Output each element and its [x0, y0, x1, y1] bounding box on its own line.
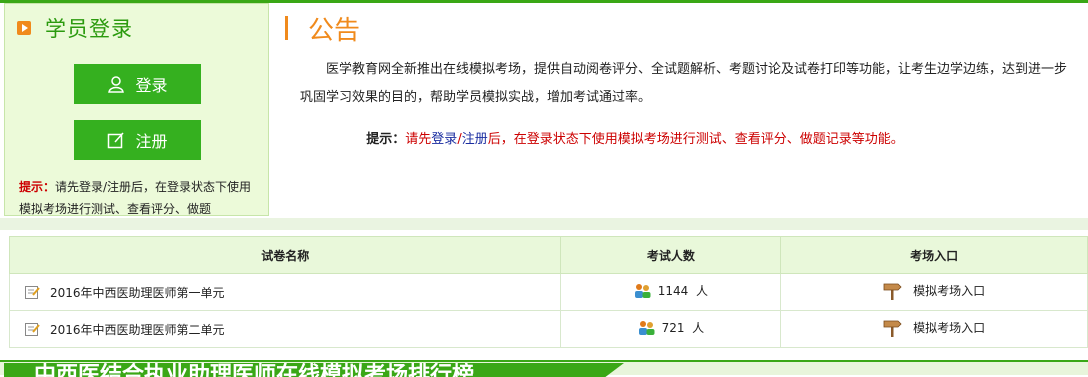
column-header-entry: 考场入口: [780, 236, 1088, 274]
login-hint-label: 提示：: [19, 180, 56, 194]
notepad-icon: [25, 286, 40, 299]
table-header-row: 试卷名称 考试人数 考场入口: [8, 236, 1088, 274]
participant-unit: 人: [692, 321, 705, 336]
login-button-label: 登录: [135, 76, 168, 95]
login-hint: 提示：请先登录/注册后，在登录状态下使用模拟考场进行测试、查看评分、做题: [19, 176, 261, 215]
login-button[interactable]: 登录: [74, 64, 201, 104]
login-panel-title: 学员登录: [45, 17, 133, 41]
table-row: 2016年中西医助理医师第二单元 721 人 模拟考场入口: [8, 310, 1088, 348]
notice-tip-label: 提示：: [366, 132, 406, 147]
exam-entry-link[interactable]: 模拟考场入口: [913, 319, 985, 336]
people-icon: [638, 320, 655, 335]
ranking-title: 中西医结合执业助理医师在线模拟考场排行榜: [34, 363, 475, 377]
exam-name[interactable]: 2016年中西医助理医师第二单元: [50, 321, 225, 338]
login-panel-header: 学员登录: [17, 14, 133, 42]
notice-tip-register-link[interactable]: 注册: [462, 132, 488, 147]
section-separator: [0, 218, 1088, 230]
signpost-icon: [883, 320, 902, 337]
signpost-icon: [883, 283, 902, 300]
notepad-icon: [25, 323, 40, 336]
exam-name[interactable]: 2016年中西医助理医师第一单元: [50, 284, 225, 301]
exam-name-cell: 2016年中西医助理医师第一单元: [8, 273, 562, 311]
notice-tip-prefix: 请先: [405, 132, 432, 147]
notice-body: 医学教育网全新推出在线模拟考场，提供自动阅卷评分、全试题解析、考题讨论及试卷打印…: [300, 62, 1068, 105]
column-header-participants: 考试人数: [560, 236, 782, 274]
notice-accent-bar: [285, 16, 288, 40]
participants-cell: 1144 人: [560, 273, 782, 311]
notice-title: 公告: [308, 16, 361, 46]
play-icon: [17, 21, 31, 35]
table-row: 2016年中西医助理医师第一单元 1144 人 模拟考场入口: [8, 273, 1088, 311]
exam-entry-link[interactable]: 模拟考场入口: [913, 282, 985, 299]
people-icon: [634, 283, 651, 298]
notice-tip-login-link[interactable]: 登录: [431, 132, 457, 147]
participant-unit: 人: [695, 284, 708, 299]
entry-cell: 模拟考场入口: [780, 273, 1088, 311]
ranking-title-tab: 中西医结合执业助理医师在线模拟考场排行榜: [4, 363, 624, 377]
participants-cell: 721 人: [560, 310, 782, 348]
entry-cell: 模拟考场入口: [780, 310, 1088, 348]
notice-tip: 提示：请先登录/注册后，在登录状态下使用模拟考场进行测试、查看评分、做题记录等功…: [0, 128, 1088, 147]
login-panel: 学员登录 登录 注册 提示：请先登录/注册后，在登录状态下使用模拟考场进行测试、…: [4, 3, 269, 216]
participant-count: 721: [661, 320, 685, 335]
column-header-exam-name: 试卷名称: [8, 236, 562, 274]
notice-tip-suffix: 后，在登录状态下使用模拟考场进行测试、查看评分、做题记录等功能。: [487, 132, 904, 147]
exam-name-cell: 2016年中西医助理医师第二单元: [8, 310, 562, 348]
user-icon: [108, 76, 125, 93]
participant-count: 1144: [657, 283, 689, 298]
exam-table: 试卷名称 考试人数 考场入口 2016年中西医助理医师第一单元 1144 人 模…: [8, 236, 1088, 348]
